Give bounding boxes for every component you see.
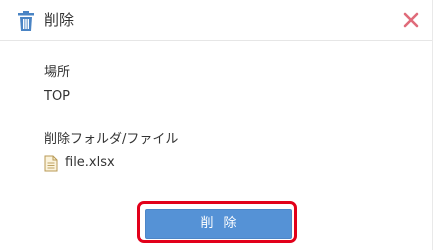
dialog-scroll-edge [432,0,440,250]
delete-dialog: 削除 場所 TOP 削除フォルダ/ファイル file.xlsx 削除 [0,0,440,250]
location-value: TOP [44,89,71,104]
file-icon [44,155,58,172]
location-label: 場所 [44,65,71,80]
dialog-header: 削除 [0,0,432,41]
delete-button[interactable]: 削除 [145,209,292,239]
dialog-title: 削除 [44,11,75,29]
file-name: file.xlsx [65,155,115,170]
close-icon[interactable] [400,9,422,31]
delete-items-label: 削除フォルダ/ファイル [44,132,179,147]
trash-icon [17,11,35,31]
